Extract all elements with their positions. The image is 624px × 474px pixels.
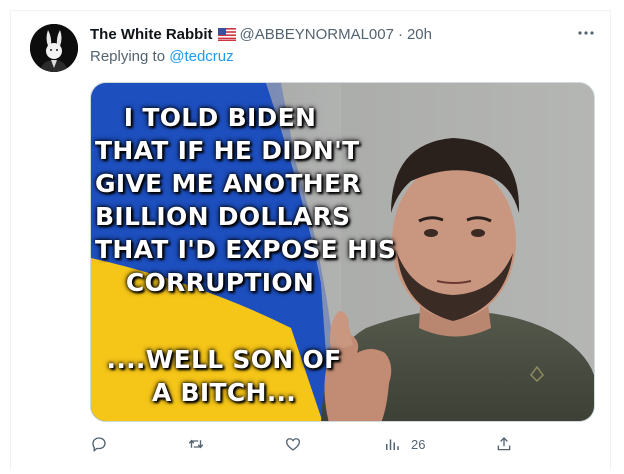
tweet-card[interactable]: The White Rabbit @ABBEYNORMAL007 · 20h R… [10, 10, 611, 470]
like-icon [285, 438, 301, 451]
meme-line: THAT IF HE DIDN'T [95, 136, 360, 165]
tweet-header: The White Rabbit @ABBEYNORMAL007 · 20h [90, 24, 432, 44]
meme-line: GIVE ME ANOTHER [95, 169, 361, 198]
us-flag-icon [217, 27, 236, 41]
more-horizontal-icon [578, 31, 594, 35]
user-handle[interactable]: @ABBEYNORMAL007 [240, 26, 394, 43]
replying-prefix: Replying to [90, 48, 166, 65]
reply-icon [92, 437, 106, 452]
tweet-action-bar: 26 [90, 433, 520, 457]
display-name[interactable]: The White Rabbit [90, 26, 213, 43]
meme-line: BILLION DOLLARS [95, 202, 351, 231]
meme-line: CORRUPTION [125, 268, 315, 297]
tweet-media-image[interactable]: I TOLD BIDEN THAT IF HE DIDN'T GIVE ME A… [90, 82, 595, 422]
more-options-button[interactable] [574, 23, 598, 43]
reply-button[interactable] [90, 433, 108, 455]
mention-link[interactable]: @tedcruz [169, 48, 233, 65]
avatar[interactable] [30, 24, 78, 72]
views-count: 26 [411, 436, 426, 452]
retweet-icon [188, 439, 204, 449]
meme-line: I TOLD BIDEN [123, 103, 317, 132]
meme-bottom-text: ....WELL SON OF A BITCH... [99, 343, 349, 409]
meme-line: ....WELL SON OF [106, 345, 342, 374]
replying-to-line: Replying to @tedcruz [90, 48, 234, 65]
share-icon [497, 437, 511, 451]
like-button[interactable] [284, 433, 302, 455]
share-button[interactable] [495, 433, 513, 455]
rabbit-avatar-image [30, 24, 78, 72]
meme-top-text: I TOLD BIDEN THAT IF HE DIDN'T GIVE ME A… [95, 101, 397, 299]
views-icon [386, 439, 399, 450]
retweet-button[interactable] [187, 433, 205, 455]
timestamp[interactable]: 20h [407, 26, 432, 43]
separator-dot: · [397, 25, 403, 43]
meme-line: A BITCH... [151, 378, 297, 407]
meme-line: THAT I'D EXPOSE HIS [95, 235, 397, 264]
views-button[interactable]: 26 [383, 433, 425, 455]
